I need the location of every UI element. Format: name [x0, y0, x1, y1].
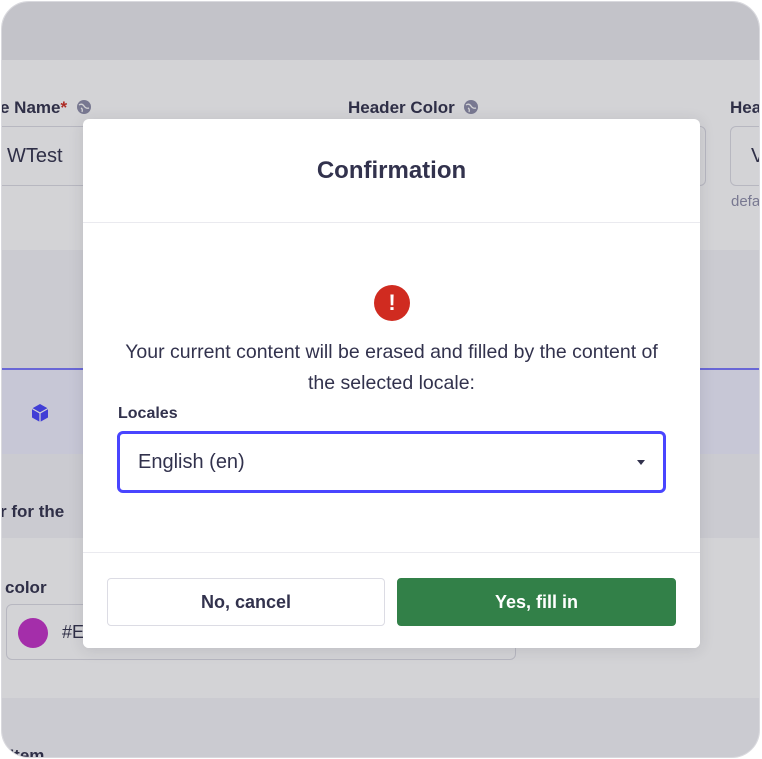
locales-label: Locales	[118, 405, 178, 422]
dialog-header: Confirmation	[83, 119, 700, 223]
dialog-message: Your current content will be erased and …	[125, 341, 658, 394]
selected-locale: English (en)	[138, 450, 245, 473]
locales-select[interactable]: English (en)	[117, 431, 666, 493]
cancel-button[interactable]: No, cancel	[107, 578, 385, 626]
dialog-body: ! Your current content will be erased an…	[83, 223, 700, 552]
window-frame: e Name* Header Color Hea WTest V defa r …	[1, 1, 760, 758]
exclamation-icon: !	[374, 285, 410, 321]
chevron-down-icon	[637, 459, 645, 465]
confirmation-dialog: Confirmation ! Your current content will…	[83, 119, 700, 648]
dialog-footer: No, cancel Yes, fill in	[83, 552, 700, 648]
confirm-fill-button[interactable]: Yes, fill in	[397, 578, 676, 626]
dialog-title: Confirmation	[316, 156, 467, 184]
